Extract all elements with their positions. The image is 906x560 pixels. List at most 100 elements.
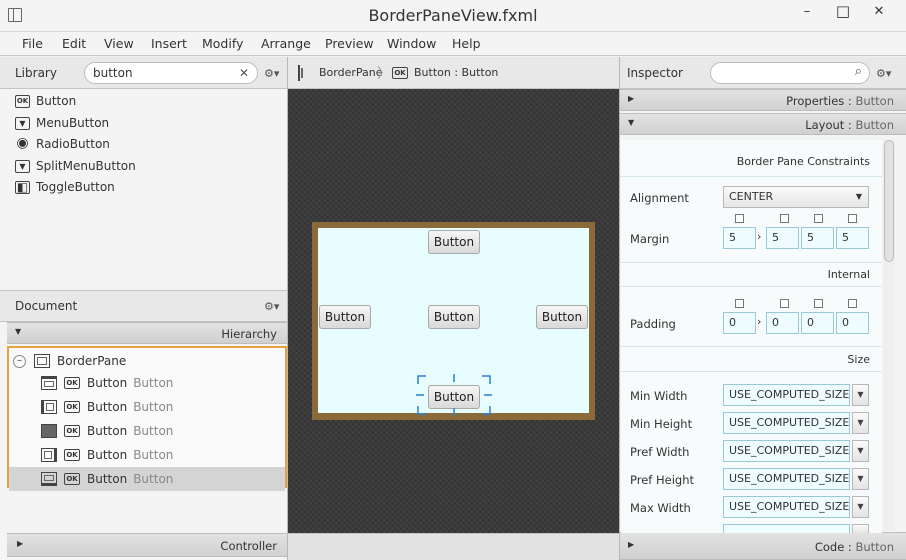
tree-item-button-right[interactable]: OK Button Button [41, 443, 173, 467]
properties-section[interactable]: ▶ Properties : Button [620, 89, 906, 111]
padding-left-checkbox[interactable] [848, 299, 857, 308]
tree-item-button-left[interactable]: OK Button Button [41, 395, 173, 419]
border-pane-constraints-label: Border Pane Constraints [736, 155, 870, 168]
padding-top-checkbox[interactable] [735, 299, 744, 308]
min-height-dropdown[interactable]: ▼ [852, 412, 869, 434]
inspector-gear-icon[interactable]: ⚙▾ [876, 67, 891, 80]
canvas-button-right[interactable]: Button [536, 305, 588, 329]
menu-insert[interactable]: Insert [151, 36, 187, 51]
code-section[interactable]: ▶ Code : Button [620, 532, 906, 560]
min-height-field[interactable]: USE_COMPUTED_SIZE [723, 412, 850, 434]
min-width-dropdown[interactable]: ▼ [852, 384, 869, 406]
pref-width-dropdown[interactable]: ▼ [852, 440, 869, 462]
margin-left-checkbox[interactable] [848, 214, 857, 223]
margin-top-checkbox[interactable] [735, 214, 744, 223]
document-gear-icon[interactable]: ⚙▾ [264, 300, 279, 313]
margin-top-field[interactable]: 5 [723, 227, 756, 249]
padding-bottom-checkbox[interactable] [814, 299, 823, 308]
tree-item-button-center[interactable]: OK Button Button [41, 419, 173, 443]
canvas-button-left[interactable]: Button [319, 305, 371, 329]
tree-item-text: Button [133, 472, 174, 486]
alignment-label: Alignment [630, 191, 689, 205]
library-search-input[interactable]: button ✕ [84, 62, 258, 84]
max-width-dropdown[interactable]: ▼ [852, 496, 869, 518]
splitmenubutton-icon: ▼ [15, 159, 30, 173]
minimize-button[interactable]: – [790, 4, 824, 26]
hierarchy-bar[interactable]: ▼ Hierarchy [7, 322, 287, 344]
canvas-button-top[interactable]: Button [428, 230, 480, 254]
controller-bar[interactable]: ▶ Controller [7, 533, 287, 557]
partial-field[interactable] [723, 524, 850, 533]
scrollbar-thumb[interactable] [884, 140, 894, 262]
document-label: Document [15, 299, 78, 313]
link-chevron-icon[interactable]: › [757, 230, 761, 243]
library-item-menubutton[interactable]: ▼ MenuButton [15, 113, 109, 133]
close-button[interactable]: ✕ [862, 4, 896, 26]
padding-label: Padding [630, 317, 676, 331]
pref-height-field[interactable]: USE_COMPUTED_SIZE [723, 468, 850, 490]
menu-file[interactable]: File [22, 36, 43, 51]
design-canvas[interactable]: Button Button Button Button Button [288, 89, 619, 533]
library-search-value: button [93, 66, 133, 80]
alignment-select[interactable]: CENTER ▼ [723, 186, 869, 208]
separator [620, 176, 882, 177]
margin-left-field[interactable]: 5 [836, 227, 869, 249]
menu-help[interactable]: Help [452, 36, 481, 51]
padding-left-field[interactable]: 0 [836, 312, 869, 334]
library-item-radiobutton[interactable]: ◉ RadioButton [15, 134, 110, 154]
separator [620, 371, 882, 372]
borderpane-icon [34, 354, 50, 368]
collapse-icon[interactable]: – [13, 354, 26, 368]
document-header: Document ⚙▾ [0, 291, 287, 322]
tree-item-button-bottom[interactable]: OK Button Button [9, 467, 285, 491]
canvas-button-center[interactable]: Button [428, 305, 480, 329]
margin-bottom-checkbox[interactable] [814, 214, 823, 223]
tree-item-label: Button [87, 376, 128, 390]
library-item-label: Button [36, 94, 77, 108]
partial-dropdown[interactable] [852, 524, 869, 533]
library-item-label: MenuButton [36, 116, 110, 130]
button-icon: OK [64, 377, 80, 389]
maximize-button[interactable]: □ [826, 2, 860, 24]
margin-right-checkbox[interactable] [780, 214, 789, 223]
pref-height-dropdown[interactable]: ▼ [852, 468, 869, 490]
min-width-field[interactable]: USE_COMPUTED_SIZE [723, 384, 850, 406]
library-item-button[interactable]: OK Button [15, 91, 76, 111]
padding-right-checkbox[interactable] [780, 299, 789, 308]
link-chevron-icon[interactable]: › [757, 315, 761, 328]
menu-preview[interactable]: Preview [325, 36, 374, 51]
padding-bottom-field[interactable]: 0 [801, 312, 834, 334]
menu-window[interactable]: Window [387, 36, 436, 51]
max-width-field[interactable]: USE_COMPUTED_SIZE [723, 496, 850, 518]
library-item-togglebutton[interactable]: ◧ ToggleButton [15, 177, 115, 197]
padding-top-field[interactable]: 0 [723, 312, 756, 334]
menu-edit[interactable]: Edit [62, 36, 86, 51]
breadcrumb-root[interactable]: BorderPane [319, 66, 383, 79]
tree-item-text: Button [133, 376, 174, 390]
library-item-splitmenubutton[interactable]: ▼ SplitMenuButton [15, 156, 136, 176]
selection-handles[interactable] [416, 374, 492, 416]
clear-search-icon[interactable]: ✕ [239, 66, 249, 80]
menu-arrange[interactable]: Arrange [261, 36, 311, 51]
min-width-label: Min Width [630, 389, 688, 403]
menu-modify[interactable]: Modify [202, 36, 243, 51]
breadcrumb-leaf[interactable]: Button : Button [414, 66, 498, 79]
inspector-scrollbar[interactable] [883, 139, 895, 531]
inspector-search-input[interactable]: ⌕ [710, 62, 870, 84]
tree-item-label: BorderPane [57, 354, 127, 368]
library-item-label: RadioButton [36, 137, 110, 151]
pref-width-field[interactable]: USE_COMPUTED_SIZE [723, 440, 850, 462]
separator [620, 286, 882, 287]
togglebutton-icon: ◧ [15, 179, 30, 194]
breadcrumb-separator: 〉 [377, 66, 391, 82]
layout-section[interactable]: ▼ Layout : Button [620, 113, 906, 135]
max-width-label: Max Width [630, 501, 691, 515]
tree-item-borderpane[interactable]: – BorderPane [13, 349, 126, 373]
library-gear-icon[interactable]: ⚙▾ [264, 67, 279, 80]
menubutton-icon: ▼ [15, 116, 30, 130]
margin-right-field[interactable]: 5 [766, 227, 799, 249]
padding-right-field[interactable]: 0 [766, 312, 799, 334]
tree-item-button-top[interactable]: OK Button Button [41, 371, 173, 395]
margin-bottom-field[interactable]: 5 [801, 227, 834, 249]
menu-view[interactable]: View [104, 36, 134, 51]
